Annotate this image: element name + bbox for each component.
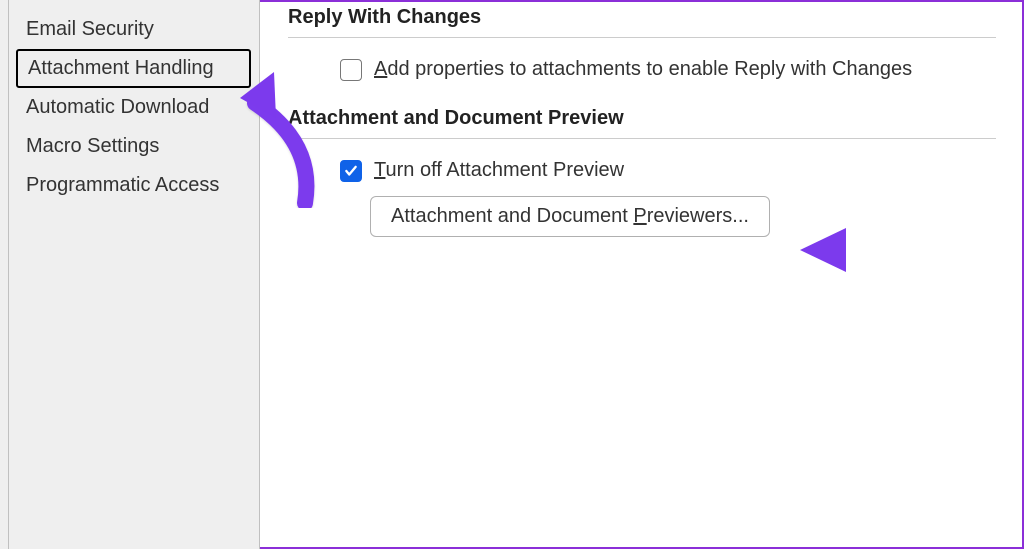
sidebar-item-automatic-download[interactable]: Automatic Download bbox=[0, 88, 259, 127]
option-add-properties[interactable]: Add properties to attachments to enable … bbox=[340, 58, 996, 81]
sidebar-item-label: Attachment Handling bbox=[28, 57, 214, 79]
sidebar-item-attachment-handling[interactable]: Attachment Handling bbox=[16, 49, 251, 88]
sidebar-item-macro-settings[interactable]: Macro Settings bbox=[0, 127, 259, 166]
previewers-button[interactable]: Attachment and Document Previewers... bbox=[370, 196, 770, 237]
sidebar-item-label: Macro Settings bbox=[26, 135, 159, 157]
divider bbox=[288, 138, 996, 139]
sidebar-item-label: Email Security bbox=[26, 18, 154, 40]
sidebar-edge bbox=[8, 0, 9, 549]
divider bbox=[288, 37, 996, 38]
checkbox-add-properties[interactable] bbox=[340, 59, 362, 81]
sidebar: Email Security Attachment Handling Autom… bbox=[0, 0, 260, 549]
sidebar-item-programmatic-access[interactable]: Programmatic Access bbox=[0, 166, 259, 205]
sidebar-item-label: Automatic Download bbox=[26, 96, 209, 118]
option-label-add-properties: Add properties to attachments to enable … bbox=[374, 58, 912, 81]
content-panel: Reply With Changes Add properties to att… bbox=[260, 0, 1024, 549]
section-title-preview: Attachment and Document Preview bbox=[288, 107, 996, 130]
sidebar-item-email-security[interactable]: Email Security bbox=[0, 10, 259, 49]
button-row: Attachment and Document Previewers... bbox=[370, 196, 996, 237]
option-label-turn-off: Turn off Attachment Preview bbox=[374, 159, 624, 182]
sidebar-item-label: Programmatic Access bbox=[26, 174, 219, 196]
checkbox-turn-off-preview[interactable] bbox=[340, 160, 362, 182]
settings-window: Email Security Attachment Handling Autom… bbox=[0, 0, 1024, 549]
section-title-reply: Reply With Changes bbox=[288, 6, 996, 29]
option-turn-off-preview[interactable]: Turn off Attachment Preview bbox=[340, 159, 996, 182]
